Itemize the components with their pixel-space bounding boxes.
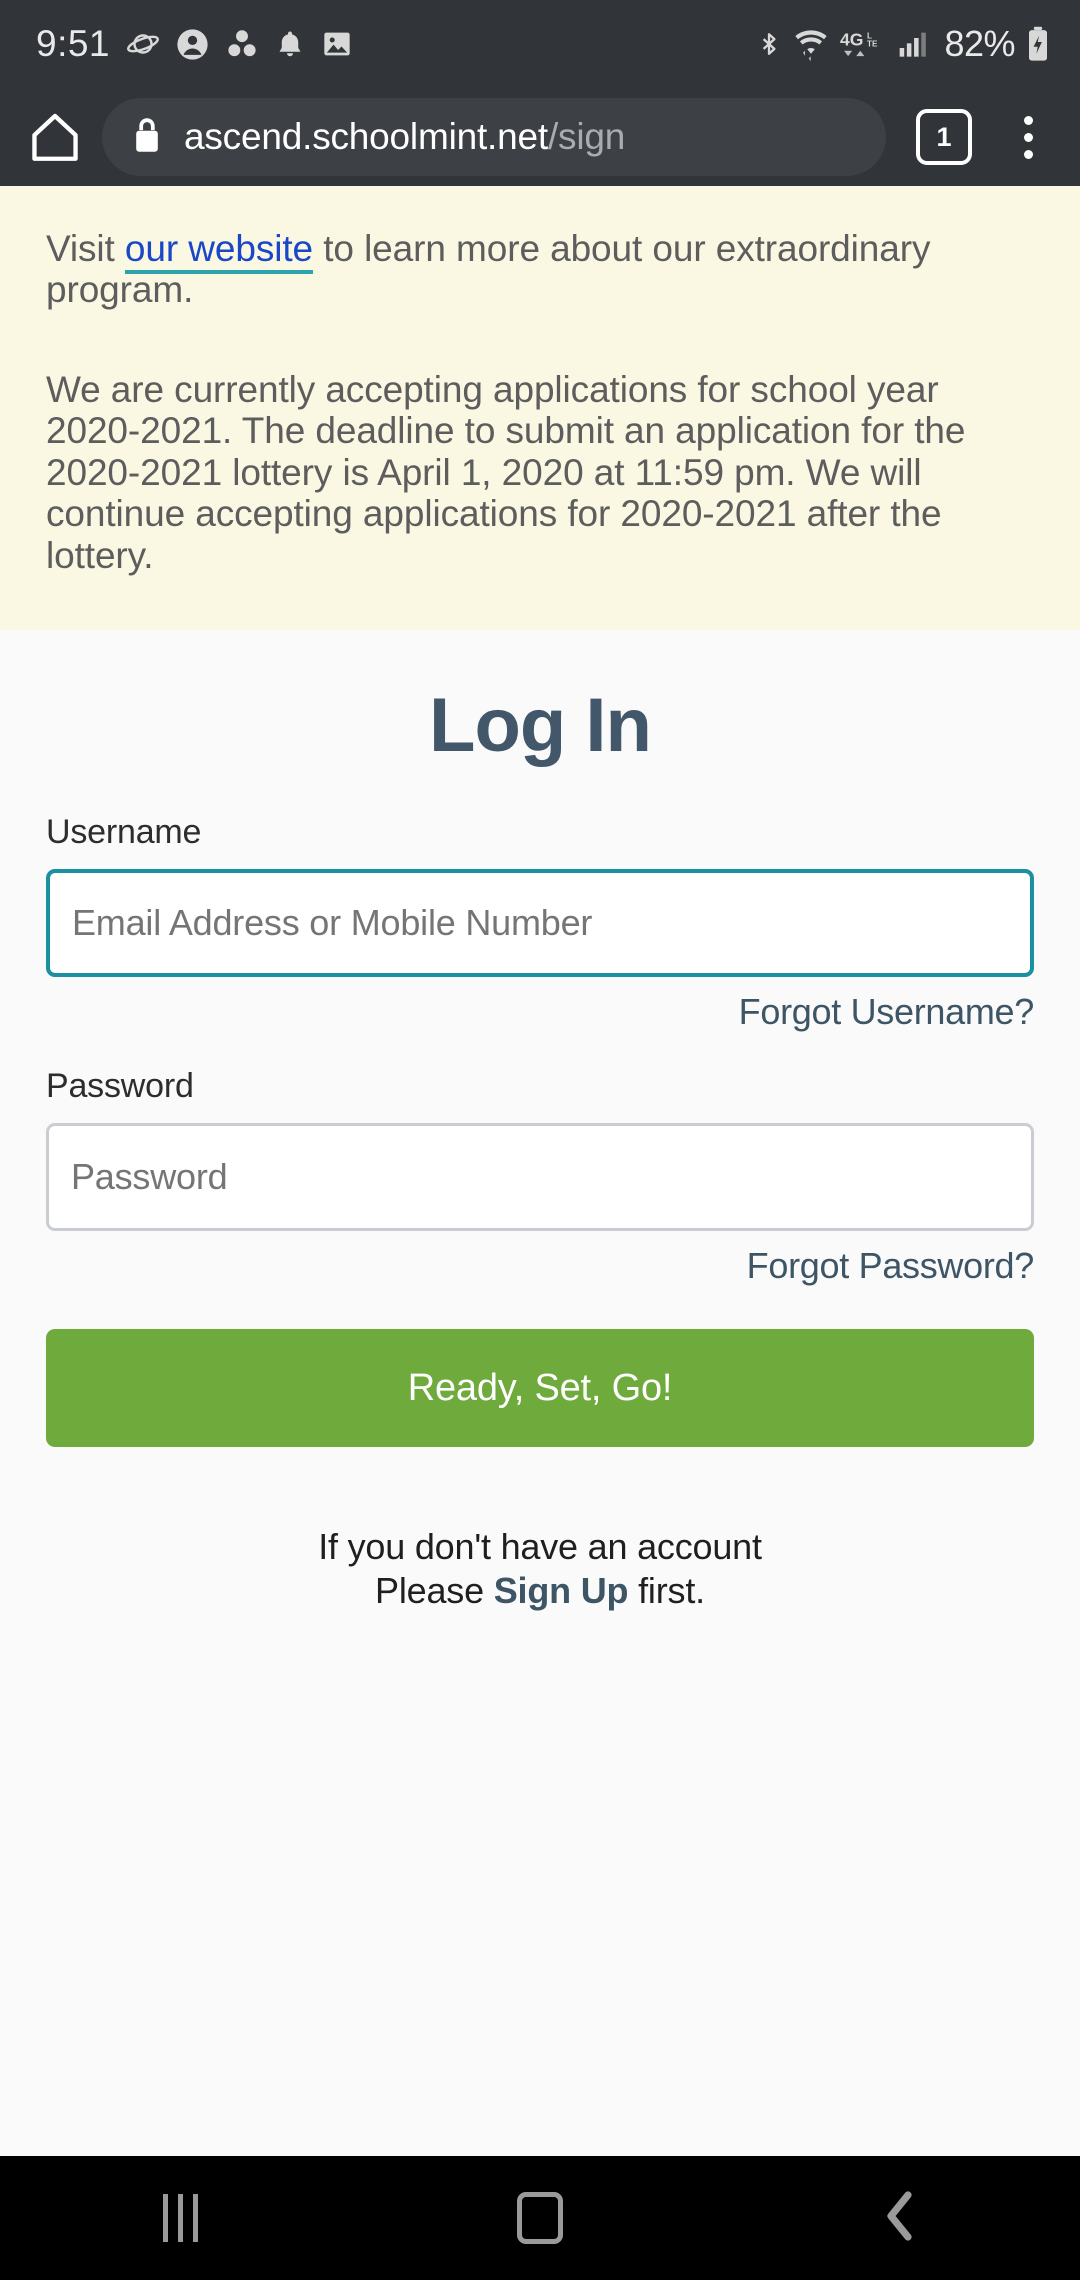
announcement-paragraph-2: We are currently accepting applications … <box>46 368 966 576</box>
username-input[interactable] <box>46 869 1034 978</box>
notification-bell-icon <box>275 28 305 60</box>
our-website-link[interactable]: our website <box>124 228 313 274</box>
url-path: /sign <box>547 116 626 157</box>
web-page: Visit our website to learn more about ou… <box>0 186 1080 2280</box>
url-host: ascend.schoolmint.net <box>184 116 548 157</box>
password-input[interactable] <box>46 1123 1034 1232</box>
signup-prefix: Please <box>375 1569 494 1611</box>
network-4glte-icon: 4G L TE <box>840 27 886 61</box>
signup-line-1: If you don't have an account <box>318 1526 762 1568</box>
username-label: Username <box>46 813 202 852</box>
status-bar: 9:51 4G L TE 82% <box>0 0 1080 88</box>
status-bar-right: 4G L TE 82% <box>756 23 1050 65</box>
signup-line-2: Please Sign Up first. <box>46 1569 1034 1613</box>
planet-icon <box>126 27 160 61</box>
back-button[interactable] <box>840 2168 960 2268</box>
submit-button[interactable]: Ready, Set, Go! <box>46 1329 1034 1448</box>
image-icon <box>321 28 353 60</box>
back-chevron-icon <box>878 2189 922 2248</box>
contacts-icon <box>225 27 259 61</box>
status-bar-clock: 9:51 <box>36 23 111 64</box>
announcement-p1-before: Visit <box>46 228 125 269</box>
announcement-paragraph-1: Visit our website to learn more about ou… <box>46 228 1034 311</box>
signup-prompt: If you don't have an account Please Sign… <box>46 1525 1034 1613</box>
signup-suffix: first. <box>628 1569 705 1611</box>
tab-count-label: 1 <box>936 121 952 152</box>
wifi-icon <box>793 27 829 61</box>
battery-percent-label: 82% <box>944 23 1015 64</box>
lock-icon <box>132 117 162 158</box>
overflow-menu-icon[interactable] <box>1000 115 1056 159</box>
signal-bars-icon <box>897 27 929 61</box>
phone-screen: 9:51 4G L TE 82% ascend.schoolmint.net/s… <box>0 0 1080 2280</box>
url-text: ascend.schoolmint.net/sign <box>184 116 625 158</box>
svg-text:TE: TE <box>867 40 878 49</box>
bluetooth-icon <box>756 27 782 61</box>
home-square-icon <box>517 2192 563 2244</box>
home-button[interactable] <box>480 2168 600 2268</box>
status-bar-left: 9:51 <box>36 23 353 65</box>
browser-toolbar: ascend.schoolmint.net/sign 1 <box>0 88 1080 186</box>
sign-up-link[interactable]: Sign Up <box>494 1570 629 1611</box>
password-label: Password <box>46 1067 194 1106</box>
account-circle-icon <box>176 28 209 61</box>
android-navigation-bar <box>0 2156 1080 2280</box>
tab-switcher-button[interactable]: 1 <box>916 109 972 165</box>
forgot-password-link[interactable]: Forgot Password? <box>46 1245 1035 1287</box>
home-icon[interactable] <box>18 100 92 174</box>
page-title: Log In <box>429 683 652 769</box>
address-bar[interactable]: ascend.schoolmint.net/sign <box>102 98 886 176</box>
forgot-username-link[interactable]: Forgot Username? <box>46 991 1035 1033</box>
battery-charging-icon <box>1026 26 1050 62</box>
login-form: Log In Username Forgot Username? Passwor… <box>0 630 1080 1613</box>
announcement-banner: Visit our website to learn more about ou… <box>0 186 1080 631</box>
svg-text:4G: 4G <box>840 29 863 49</box>
recents-icon <box>162 2194 198 2242</box>
recents-button[interactable] <box>120 2168 240 2268</box>
